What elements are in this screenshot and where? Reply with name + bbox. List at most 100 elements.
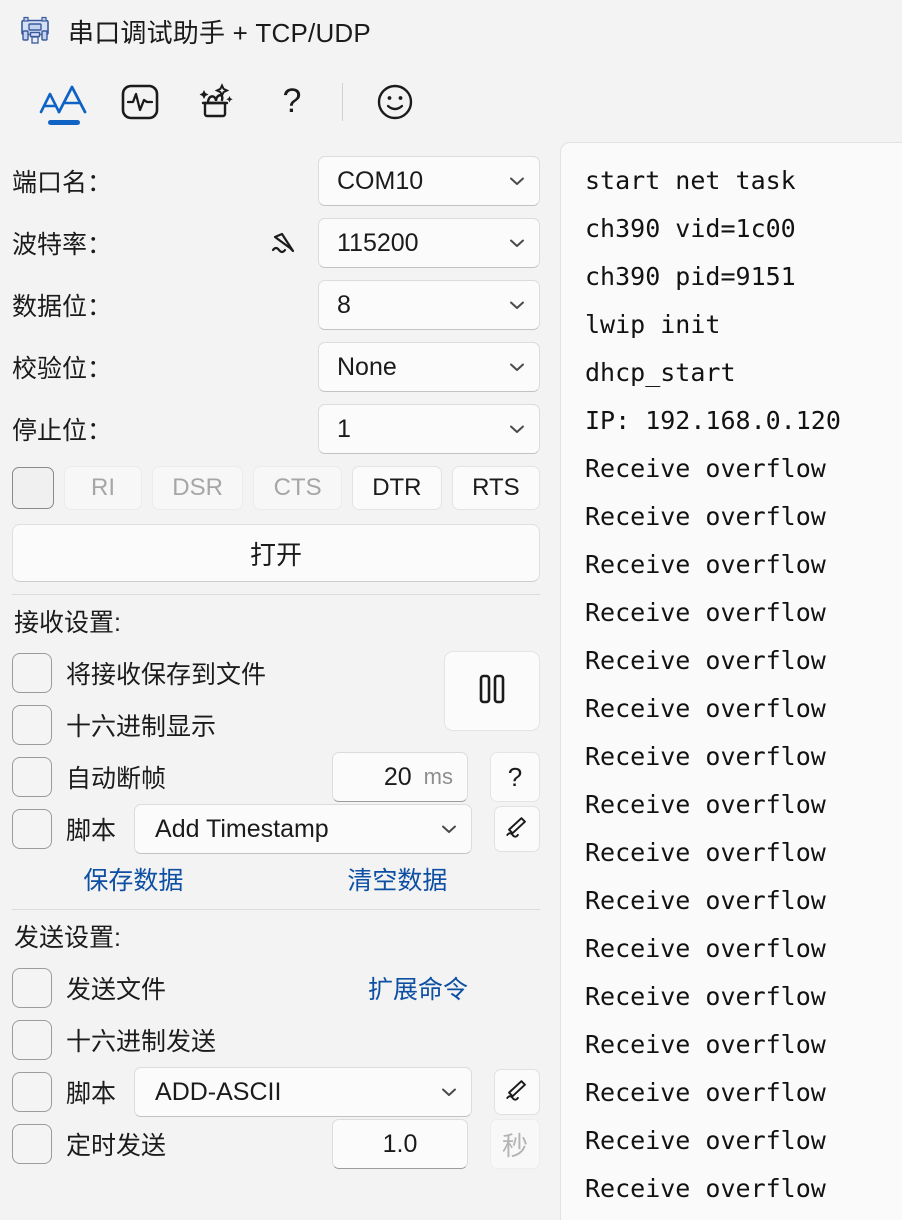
chevron-down-icon [507, 233, 527, 253]
signal-button-ri[interactable]: RI [64, 466, 142, 510]
signal-button-rts[interactable]: RTS [451, 466, 541, 510]
auto-break-interval-input[interactable]: 20 ms [332, 752, 468, 802]
section-divider-receive [12, 594, 540, 595]
signal-indicator-box[interactable] [12, 467, 54, 509]
save-to-file-checkbox[interactable] [12, 653, 52, 693]
checkbox-row-timed-send: 定时发送 1.0 秒 [12, 1118, 540, 1170]
timed-send-interval-input[interactable]: 1.0 [332, 1119, 468, 1169]
terminal-line: Receive overflow [585, 1078, 826, 1107]
field-row-parity: 校验位： None [12, 336, 540, 398]
toolbar-feedback-smiley-button[interactable] [357, 71, 433, 133]
baud-rate-value: 115200 [337, 228, 419, 257]
field-row-port-name: 端口名： COM10 [12, 150, 540, 212]
checkbox-row-hex-send: 十六进制发送 [12, 1014, 540, 1066]
pause-icon [472, 667, 512, 716]
extend-command-link[interactable]: 扩展命令 [368, 970, 468, 1006]
auto-break-checkbox[interactable] [12, 757, 52, 797]
terminal-line: Receive overflow [585, 502, 826, 531]
active-tab-indicator [48, 120, 80, 125]
hex-send-checkbox[interactable] [12, 1020, 52, 1060]
receive-script-select[interactable]: Add Timestamp [134, 804, 472, 854]
terminal-line: Receive overflow [585, 550, 826, 579]
terminal-line: Receive overflow [585, 1174, 826, 1203]
signal-button-dsr[interactable]: DSR [152, 466, 244, 510]
field-row-stop-bits: 停止位： 1 [12, 398, 540, 460]
hex-display-checkbox[interactable] [12, 705, 52, 745]
receive-data-terminal[interactable]: start net task ch390 vid=1c00 ch390 pid=… [560, 142, 902, 1220]
toolbar-divider [342, 83, 343, 121]
terminal-line: ch390 vid=1c00 [585, 214, 796, 243]
parity-value: None [337, 352, 397, 381]
receive-script-label: 脚本 [66, 817, 117, 845]
stop-bits-label: 停止位： [12, 417, 113, 445]
send-file-checkbox[interactable] [12, 968, 52, 1008]
terminal-lines: start net task ch390 vid=1c00 ch390 pid=… [585, 157, 902, 1220]
port-name-select[interactable]: COM10 [318, 156, 540, 206]
terminal-line: start net task [585, 166, 796, 195]
terminal-line: Receive overflow [585, 934, 826, 963]
parity-label: 校验位： [12, 355, 113, 383]
toolbar: ? [0, 62, 902, 142]
pen-edit-icon[interactable] [262, 220, 308, 266]
toolbar-font-size-button[interactable] [26, 71, 102, 133]
baud-rate-label: 波特率： [12, 231, 113, 259]
send-script-edit-button[interactable] [494, 1069, 540, 1115]
terminal-line: Receive overflow [585, 1126, 826, 1155]
terminal-line: Receive overflow [585, 838, 826, 867]
toolbar-magic-box-button[interactable] [178, 71, 254, 133]
svg-text:?: ? [283, 82, 302, 120]
timed-send-label: 定时发送 [66, 1132, 167, 1160]
send-file-label: 发送文件 [66, 976, 167, 1004]
chevron-down-icon [439, 819, 459, 839]
stop-bits-select[interactable]: 1 [318, 404, 540, 454]
open-port-button[interactable]: 打开 [12, 524, 540, 582]
chevron-down-icon [507, 295, 527, 315]
checkbox-row-send-script: 脚本 ADD-ASCII [12, 1066, 540, 1118]
auto-break-label: 自动断帧 [66, 765, 167, 793]
port-name-label: 端口名： [12, 169, 113, 197]
hex-send-label: 十六进制发送 [66, 1028, 217, 1056]
send-script-select[interactable]: ADD-ASCII [134, 1067, 472, 1117]
checkbox-row-hex-display: 十六进制显示 [12, 699, 444, 751]
terminal-line: Receive overflow [585, 982, 826, 1011]
signal-button-cts[interactable]: CTS [253, 466, 342, 510]
timed-send-checkbox[interactable] [12, 1124, 52, 1164]
terminal-line: Receive overflow [585, 886, 826, 915]
field-row-baud-rate: 波特率： 115200 [12, 212, 540, 274]
checkbox-row-save-to-file: 将接收保存到文件 [12, 647, 444, 699]
data-bits-select[interactable]: 8 [318, 280, 540, 330]
signal-button-dtr[interactable]: DTR [351, 466, 442, 510]
terminal-line: Receive overflow [585, 694, 826, 723]
parity-select[interactable]: None [318, 342, 540, 392]
terminal-line: Receive overflow [585, 598, 826, 627]
stop-bits-value: 1 [337, 414, 351, 443]
receive-script-edit-button[interactable] [494, 806, 540, 852]
chevron-down-icon [507, 419, 527, 439]
terminal-line: Receive overflow [585, 742, 826, 771]
toolbar-waveform-monitor-button[interactable] [102, 71, 178, 133]
checkbox-row-receive-script: 脚本 Add Timestamp [12, 803, 540, 855]
checkbox-row-auto-break: 自动断帧 20 ms ? [12, 751, 540, 803]
clear-data-link[interactable]: 清空数据 [347, 867, 447, 895]
save-data-link[interactable]: 保存数据 [83, 867, 183, 895]
hex-display-label: 十六进制显示 [66, 713, 217, 741]
receive-script-checkbox[interactable] [12, 809, 52, 849]
timed-send-unit-button[interactable]: 秒 [490, 1119, 540, 1169]
receive-script-value: Add Timestamp [155, 814, 329, 843]
save-to-file-label: 将接收保存到文件 [66, 661, 267, 689]
baud-rate-select[interactable]: 115200 [318, 218, 540, 268]
settings-panel: 端口名： COM10 波特率： 115200 数据位： 8 校验位： None … [0, 142, 556, 1220]
terminal-line: Receive overflow [585, 1213, 902, 1220]
chevron-down-icon [439, 1082, 459, 1102]
pause-receive-button[interactable] [444, 651, 540, 731]
terminal-line: Receive overflow [585, 454, 826, 483]
serial-port-connector-icon [18, 14, 52, 48]
timed-send-interval-value: 1.0 [382, 1129, 418, 1158]
toolbar-help-button[interactable]: ? [254, 71, 330, 133]
terminal-line: ch390 pid=9151 [585, 262, 796, 291]
chevron-down-icon [507, 171, 527, 191]
terminal-line: Receive overflow [585, 790, 826, 819]
auto-break-help-button[interactable]: ? [490, 752, 540, 802]
send-script-value: ADD-ASCII [155, 1077, 282, 1106]
send-script-checkbox[interactable] [12, 1072, 52, 1112]
